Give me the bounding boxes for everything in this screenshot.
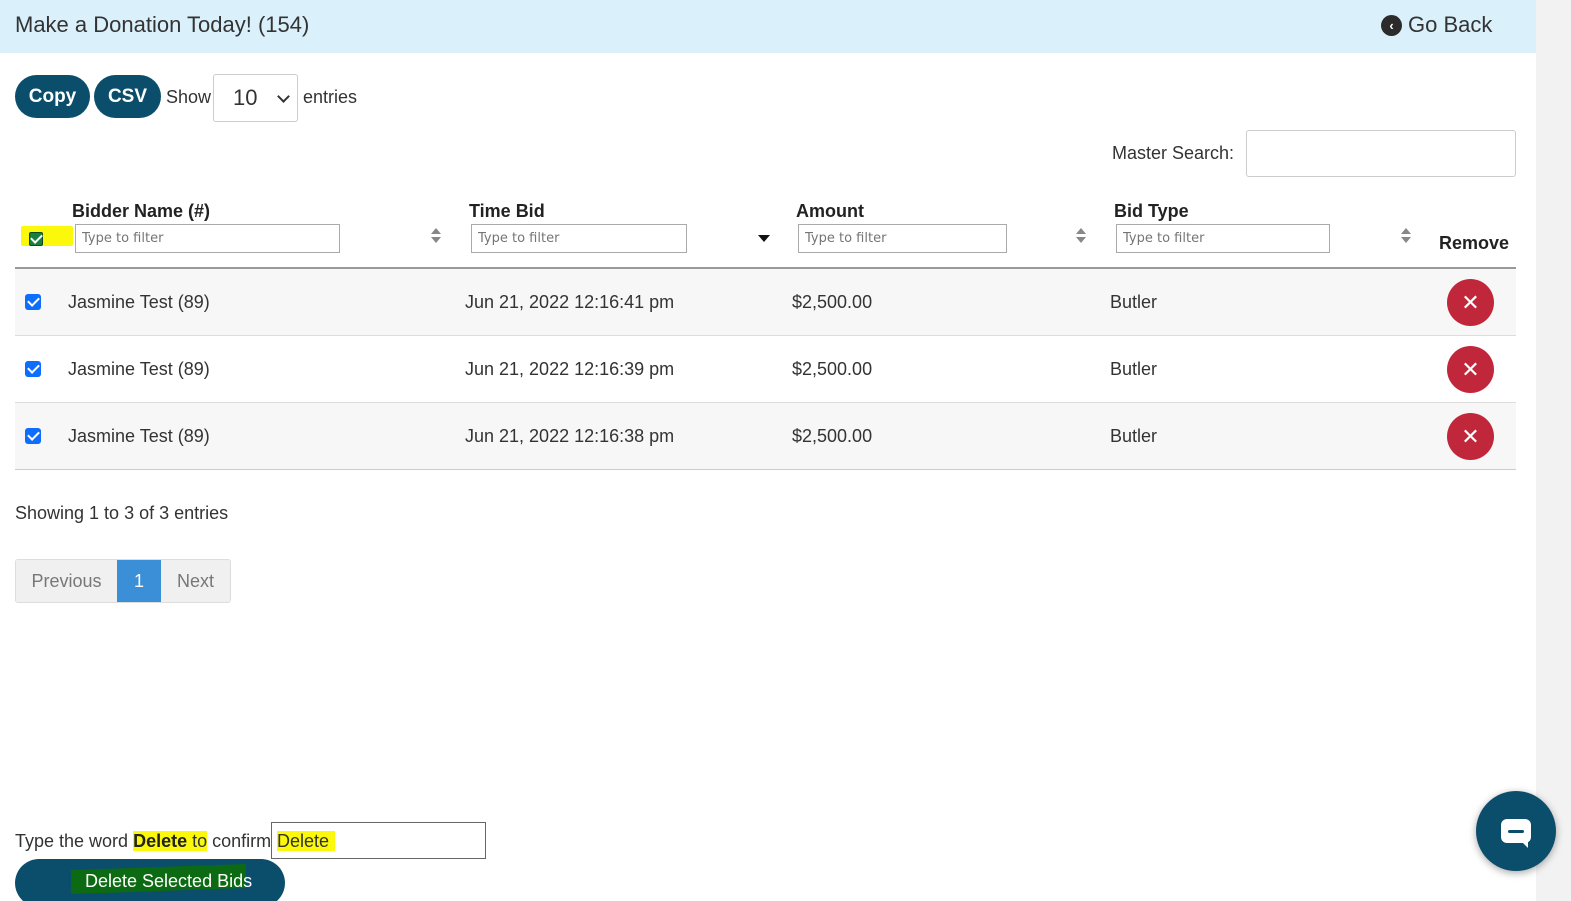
go-back-link[interactable]: ‹ Go Back: [1381, 12, 1492, 38]
bidder-cell: Jasmine Test (89): [68, 426, 210, 446]
row-checkbox[interactable]: [25, 361, 41, 377]
confirm-instruction: Type the word Delete to confirm.: [15, 831, 276, 852]
sort-desc-icon[interactable]: [758, 235, 770, 242]
chat-launcher-button[interactable]: [1476, 791, 1556, 871]
csv-button[interactable]: CSV: [94, 75, 161, 118]
close-icon: ✕: [1461, 356, 1480, 382]
column-header-amount[interactable]: Amount: [796, 201, 864, 222]
table-bottom-divider: [15, 469, 1516, 470]
remove-button[interactable]: ✕: [1447, 413, 1494, 460]
copy-button[interactable]: Copy: [15, 75, 90, 118]
remove-button[interactable]: ✕: [1447, 279, 1494, 326]
table-row: Jasmine Test (89) Jun 21, 2022 12:16:38 …: [15, 403, 1516, 470]
bid-type-cell: Butler: [1110, 359, 1158, 379]
amount-filter-input[interactable]: [798, 224, 1007, 253]
row-checkbox[interactable]: [25, 428, 41, 444]
confirm-input-value: Delete: [277, 831, 336, 851]
confirm-delete-input[interactable]: Delete: [271, 822, 486, 859]
close-icon: ✕: [1461, 423, 1480, 449]
page-title: Make a Donation Today! (154): [15, 12, 310, 37]
close-icon: ✕: [1461, 289, 1480, 315]
confirm-suffix: confirm.: [207, 831, 277, 851]
sort-icon[interactable]: [1401, 228, 1411, 244]
entries-label: entries: [303, 87, 358, 107]
column-header-bid-type[interactable]: Bid Type: [1114, 201, 1189, 222]
column-header-time[interactable]: Time Bid: [469, 201, 545, 222]
page-gutter: [1536, 0, 1571, 901]
confirm-keyword: Delete: [133, 831, 188, 851]
table-row: Jasmine Test (89) Jun 21, 2022 12:16:39 …: [15, 336, 1516, 403]
row-checkbox[interactable]: [25, 294, 41, 310]
pagination: Previous 1 Next: [15, 559, 231, 603]
amount-cell: $2,500.00: [792, 292, 873, 312]
bid-type-filter-input[interactable]: [1116, 224, 1330, 253]
time-cell: Jun 21, 2022 12:16:41 pm: [465, 292, 675, 312]
header-bar: Make a Donation Today! (154) ‹ Go Back: [0, 0, 1536, 53]
show-label: Show: [166, 87, 212, 107]
bidder-cell: Jasmine Test (89): [68, 359, 210, 379]
confirm-mid: to: [187, 831, 208, 851]
time-filter-input[interactable]: [471, 224, 687, 253]
bidder-cell: Jasmine Test (89): [68, 292, 210, 312]
confirm-prefix: Type the word: [15, 831, 134, 851]
select-all-checkbox[interactable]: [29, 232, 43, 246]
amount-cell: $2,500.00: [792, 359, 873, 379]
sort-icon[interactable]: [1076, 228, 1086, 244]
delete-button-label: Delete Selected Bids: [85, 871, 253, 891]
entries-select[interactable]: 10: [213, 74, 298, 122]
time-cell: Jun 21, 2022 12:16:39 pm: [465, 359, 675, 379]
time-cell: Jun 21, 2022 12:16:38 pm: [465, 426, 675, 446]
page-1-button[interactable]: 1: [117, 560, 161, 602]
entries-value: 10: [233, 85, 258, 110]
column-header-bidder[interactable]: Bidder Name (#): [72, 201, 210, 222]
go-back-label: Go Back: [1408, 12, 1493, 37]
chat-bubble-icon: [1501, 819, 1531, 848]
column-header-remove: Remove: [1439, 233, 1510, 253]
showing-info: Showing 1 to 3 of 3 entries: [15, 503, 229, 523]
table-row: Jasmine Test (89) Jun 21, 2022 12:16:41 …: [15, 269, 1516, 336]
bidder-filter-input[interactable]: [75, 224, 340, 253]
previous-page-button[interactable]: Previous: [16, 560, 117, 602]
remove-button[interactable]: ✕: [1447, 346, 1494, 393]
chevron-down-icon: [277, 90, 290, 103]
master-search-label: Master Search:: [1112, 143, 1235, 163]
master-search-input[interactable]: [1246, 130, 1516, 177]
next-page-button[interactable]: Next: [161, 560, 230, 602]
sort-icon[interactable]: [431, 228, 441, 244]
confirm-keyword-highlight: Delete to: [133, 831, 208, 851]
chevron-left-circle-icon: ‹: [1381, 14, 1402, 36]
bid-type-cell: Butler: [1110, 426, 1158, 446]
delete-selected-bids-button[interactable]: Delete Selected Bids: [15, 859, 285, 901]
amount-cell: $2,500.00: [792, 426, 873, 446]
bid-type-cell: Butler: [1110, 292, 1158, 312]
